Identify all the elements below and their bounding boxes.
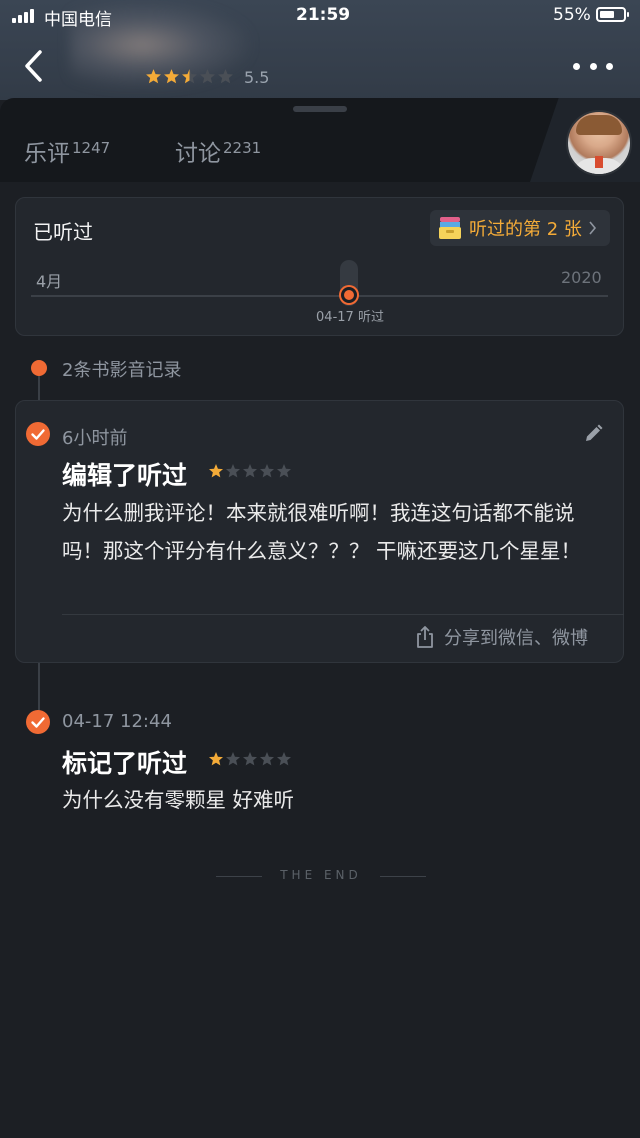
- timeline-year-label: 2020: [561, 268, 602, 287]
- star-icon: [260, 752, 274, 766]
- record-time: 04-17 12:44: [62, 711, 172, 732]
- share-icon: [417, 626, 433, 648]
- more-dot-icon: [573, 62, 580, 70]
- star-icon: [164, 69, 179, 84]
- record-time: 6小时前: [62, 428, 128, 449]
- star-icon: [277, 464, 291, 478]
- record-comment: 为什么没有零颗星 好难听: [62, 788, 295, 812]
- more-dot-icon: [589, 62, 597, 70]
- nth-album-badge[interactable]: 听过的第 2 张: [430, 210, 610, 246]
- avatar[interactable]: [566, 110, 632, 176]
- the-end-label: THE END: [280, 868, 362, 882]
- tab-discussions-label: 讨论: [175, 141, 221, 167]
- header-rating-stars: [145, 68, 234, 85]
- signal-icon: [12, 9, 34, 23]
- star-icon: [243, 752, 257, 766]
- timeline-marker-dot[interactable]: [341, 287, 357, 303]
- record-count-label: 2条书影音记录: [62, 360, 182, 381]
- pencil-edit-icon[interactable]: [582, 423, 604, 445]
- timeline-marker-date: 04-17 听过: [316, 310, 384, 325]
- record-action: 编辑了听过: [62, 461, 188, 490]
- star-icon: [209, 752, 223, 766]
- star-icon: [226, 464, 240, 478]
- record-action: 标记了听过: [62, 749, 188, 778]
- end-divider-right: [380, 876, 426, 877]
- record-timeline-dot: [31, 360, 47, 376]
- sheet-grab-handle[interactable]: [293, 106, 347, 112]
- timeline-month-label: 4月: [36, 272, 63, 291]
- album-box-icon: [439, 217, 461, 239]
- star-icon: [209, 464, 223, 478]
- record-comment: 为什么删我评论！本来就很难听啊！我连这句话都不能说吗！那这个评分有什么意义？？？…: [62, 501, 582, 563]
- end-divider-left: [216, 876, 262, 877]
- star-icon: [218, 69, 233, 84]
- star-icon: [277, 752, 291, 766]
- check-circle-icon: [26, 422, 50, 446]
- nth-album-label: 听过的第 2 张: [469, 219, 582, 240]
- chevron-left-icon: [25, 50, 42, 82]
- chevron-right-icon: [589, 221, 596, 235]
- tab-reviews-label: 乐评: [24, 141, 70, 167]
- timeline-track: [31, 295, 608, 297]
- listened-title: 已听过: [33, 220, 93, 244]
- tab-discussions-count: 2231: [223, 139, 262, 157]
- share-button[interactable]: 分享到微信、微博: [414, 624, 588, 650]
- record-rating-stars: [208, 751, 292, 767]
- status-time: 21:59: [296, 5, 351, 25]
- share-label: 分享到微信、微博: [444, 628, 588, 649]
- tab-discussions[interactable]: 讨论 2231: [175, 134, 261, 168]
- check-circle-icon: [26, 710, 50, 734]
- tab-reviews-count: 1247: [72, 139, 111, 157]
- star-icon: [146, 69, 161, 84]
- card-divider: [62, 614, 624, 615]
- battery-icon: [596, 7, 629, 22]
- back-button[interactable]: [20, 46, 52, 86]
- battery-percent: 55%: [553, 5, 591, 25]
- star-icon: [243, 464, 257, 478]
- star-icon: [200, 69, 215, 84]
- tab-reviews[interactable]: 乐评 1247: [24, 134, 110, 168]
- record-rating-stars: [208, 463, 292, 479]
- carrier-label: 中国电信: [44, 10, 112, 30]
- star-icon: [226, 752, 240, 766]
- more-options-button[interactable]: [573, 56, 613, 76]
- more-dot-icon: [606, 62, 613, 70]
- star-icon: [182, 69, 197, 84]
- header-rating-score: 5.5: [244, 68, 270, 87]
- star-icon: [260, 464, 274, 478]
